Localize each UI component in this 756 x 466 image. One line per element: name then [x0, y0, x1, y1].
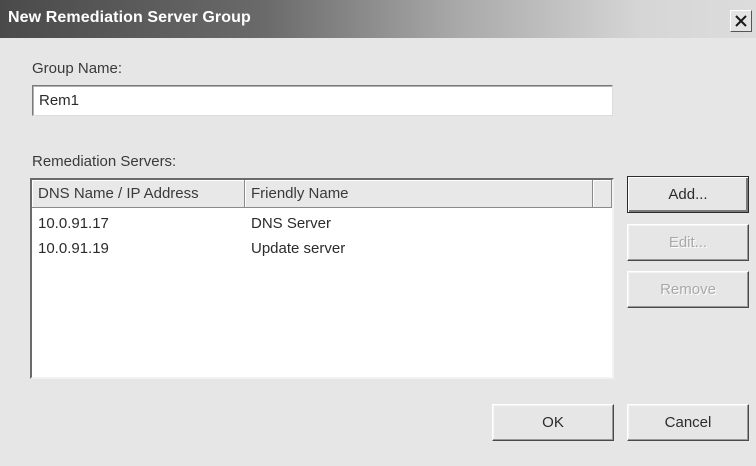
group-name-label: Group Name: [32, 60, 123, 77]
column-header-filler [593, 180, 612, 208]
list-row[interactable]: 10.0.91.17 DNS Server [32, 215, 587, 239]
dialog-window: New Remediation Server Group Group Name:… [0, 0, 756, 466]
edit-button[interactable]: Edit... [627, 224, 749, 261]
add-button[interactable]: Add... [627, 176, 749, 213]
row-address: 10.0.91.17 [38, 215, 109, 232]
close-icon [735, 15, 747, 27]
ok-button[interactable]: OK [492, 404, 614, 441]
list-header: DNS Name / IP Address Friendly Name [32, 180, 612, 208]
title-bar: New Remediation Server Group [0, 0, 756, 38]
row-address: 10.0.91.19 [38, 240, 109, 257]
window-title: New Remediation Server Group [8, 9, 251, 26]
remediation-servers-list[interactable]: DNS Name / IP Address Friendly Name 10.0… [30, 178, 614, 379]
list-row[interactable]: 10.0.91.19 Update server [32, 240, 587, 264]
cancel-button[interactable]: Cancel [627, 404, 749, 441]
remediation-servers-label: Remediation Servers: [32, 153, 177, 170]
row-friendly-name: DNS Server [251, 215, 332, 232]
column-header-friendly-name[interactable]: Friendly Name [245, 180, 593, 208]
group-name-input[interactable] [32, 85, 613, 116]
row-friendly-name: Update server [251, 240, 346, 257]
close-button[interactable] [730, 10, 752, 32]
column-header-dns-name[interactable]: DNS Name / IP Address [32, 180, 245, 208]
remove-button[interactable]: Remove [627, 271, 749, 308]
